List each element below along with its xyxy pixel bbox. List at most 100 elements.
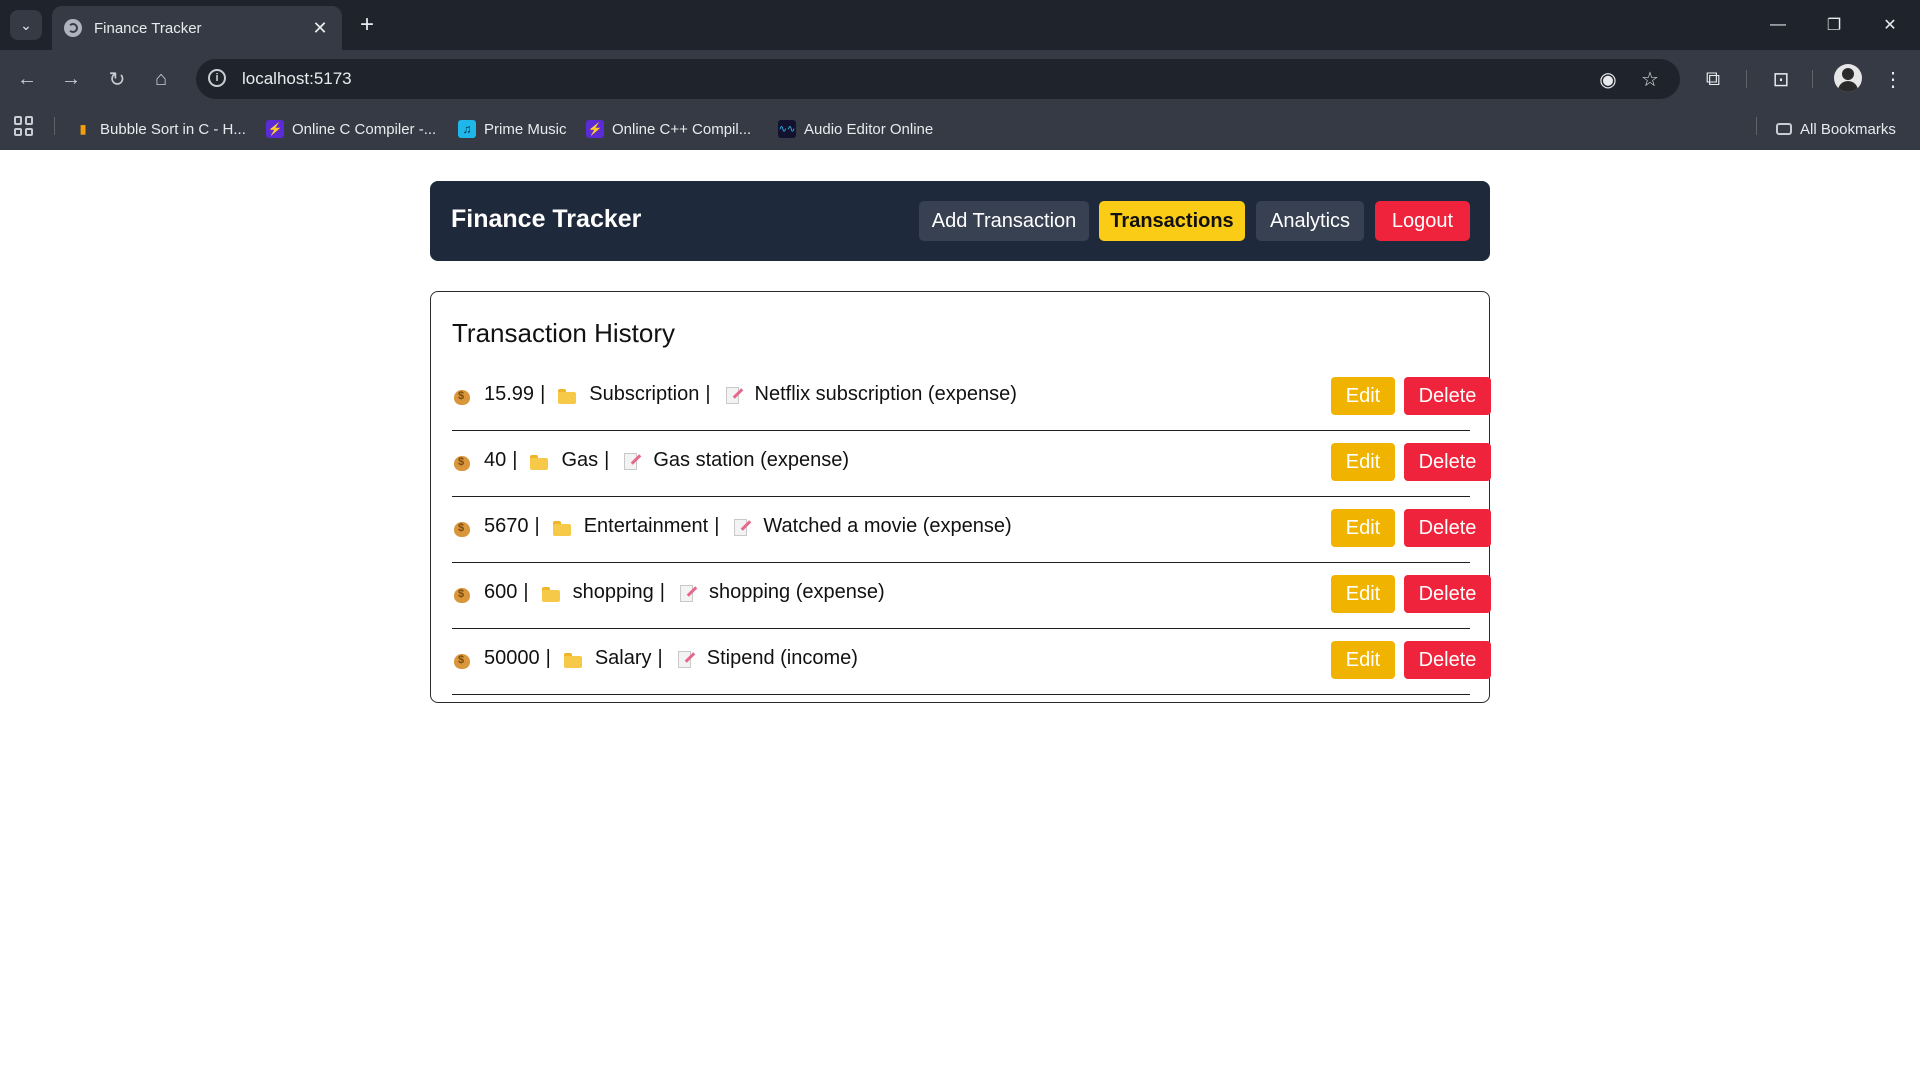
transaction-amount: 40 <box>484 449 507 471</box>
separator: | <box>714 515 720 537</box>
reload-icon[interactable]: ↻ <box>102 64 132 94</box>
nav-add-transaction[interactable]: Add Transaction <box>919 201 1089 241</box>
delete-button[interactable]: Delete <box>1404 509 1491 547</box>
logout-button[interactable]: Logout <box>1375 201 1470 241</box>
new-tab-plus-icon[interactable]: + <box>352 10 382 40</box>
eye-slash-icon[interactable]: ◉ <box>1596 67 1620 91</box>
url-text[interactable]: localhost:5173 <box>242 69 352 89</box>
folder-icon <box>541 583 561 603</box>
separator: | <box>523 581 529 603</box>
separator: | <box>545 647 551 669</box>
transaction-summary: 5670 | Entertainment | Watched a movie (… <box>452 515 1012 538</box>
separator: | <box>512 449 518 471</box>
close-icon[interactable]: ✕ <box>308 16 332 40</box>
browser-tab[interactable]: Finance Tracker ✕ <box>52 6 342 50</box>
nav-analytics[interactable]: Analytics <box>1256 201 1364 241</box>
bookmark-bubble-sort[interactable]: ▮ Bubble Sort in C - H... <box>74 119 246 139</box>
folder-icon <box>552 517 572 537</box>
bookmark-online-cpp-compiler[interactable]: ⚡ Online C++ Compil... <box>586 119 751 139</box>
browser-toolbar: ← → ↻ ⌂ i localhost:5173 ◉ ☆ ⧉ ⊡ ⋮ <box>0 50 1920 108</box>
apps-grid-icon[interactable] <box>14 116 34 136</box>
memo-icon <box>677 583 697 603</box>
globe-icon <box>64 19 82 37</box>
bookmark-label: Online C Compiler -... <box>292 120 437 138</box>
transaction-row: 40 | Gas | Gas station (expense) Edit De… <box>452 431 1491 497</box>
folder-icon <box>529 451 549 471</box>
music-icon: ♫ <box>458 120 476 138</box>
transaction-summary: 600 | shopping | shopping (expense) <box>452 581 885 604</box>
minimize-icon[interactable]: — <box>1750 0 1806 50</box>
bookmark-label: Prime Music <box>484 120 567 138</box>
edit-button[interactable]: Edit <box>1331 509 1395 547</box>
delete-button[interactable]: Delete <box>1404 575 1491 613</box>
star-icon[interactable]: ☆ <box>1638 67 1662 91</box>
transaction-note: Netflix subscription (expense) <box>754 383 1017 405</box>
bar-chart-icon: ▮ <box>79 122 87 136</box>
home-icon[interactable]: ⌂ <box>146 64 176 94</box>
bolt-icon: ⚡ <box>586 120 604 138</box>
separator: | <box>534 515 540 537</box>
transaction-note: Watched a movie (expense) <box>763 515 1012 537</box>
folder-icon <box>557 385 577 405</box>
app-navbar: Finance Tracker Add Transaction Transact… <box>430 181 1490 261</box>
transaction-amount: 15.99 <box>484 383 535 405</box>
bookmark-label: Bubble Sort in C - H... <box>100 120 246 138</box>
transaction-summary: 15.99 | Subscription | Netflix subscript… <box>452 383 1017 406</box>
bookmarks-divider <box>1756 117 1757 135</box>
toolbar-divider <box>1746 70 1747 88</box>
kebab-menu-icon[interactable]: ⋮ <box>1878 64 1908 94</box>
screenshot-icon[interactable]: ⊡ <box>1766 64 1796 94</box>
edit-button[interactable]: Edit <box>1331 443 1395 481</box>
memo-icon <box>731 517 751 537</box>
bookmark-audio-editor[interactable]: ∿∿ Audio Editor Online <box>778 119 933 139</box>
transaction-amount: 50000 <box>484 647 540 669</box>
all-bookmarks[interactable]: All Bookmarks <box>1776 119 1896 139</box>
back-arrow-icon[interactable]: ← <box>12 64 42 94</box>
transaction-amount: 5670 <box>484 515 529 537</box>
transaction-row: 600 | shopping | shopping (expense) Edit… <box>452 563 1491 629</box>
transaction-category: Entertainment <box>583 515 709 537</box>
money-bag-icon <box>452 385 472 405</box>
bookmark-prime-music[interactable]: ♫ Prime Music <box>458 119 567 139</box>
tab-search-chevron-icon[interactable]: ⌄ <box>10 10 42 40</box>
transaction-row: 50000 | Salary | Stipend (income) Edit D… <box>452 629 1491 695</box>
window-close-icon[interactable]: ✕ <box>1862 0 1918 50</box>
money-bag-icon <box>452 649 472 669</box>
browser-tabstrip: ⌄ Finance Tracker ✕ + — ❐ ✕ <box>0 0 1920 50</box>
bookmark-online-c-compiler[interactable]: ⚡ Online C Compiler -... <box>266 119 436 139</box>
transaction-category: shopping <box>572 581 654 603</box>
separator: | <box>540 383 546 405</box>
forward-arrow-icon[interactable]: → <box>56 64 86 94</box>
transaction-row: 15.99 | Subscription | Netflix subscript… <box>452 365 1491 431</box>
delete-button[interactable]: Delete <box>1404 377 1491 415</box>
restore-icon[interactable]: ❐ <box>1806 0 1862 50</box>
extensions-puzzle-icon[interactable]: ⧉ <box>1698 64 1728 94</box>
folder-icon <box>563 649 583 669</box>
edit-button[interactable]: Edit <box>1331 575 1395 613</box>
transaction-row: 5670 | Entertainment | Watched a movie (… <box>452 497 1491 563</box>
transaction-category: Subscription <box>589 383 700 405</box>
memo-icon <box>723 385 743 405</box>
bolt-icon: ⚡ <box>266 120 284 138</box>
transaction-summary: 40 | Gas | Gas station (expense) <box>452 449 849 472</box>
tab-title: Finance Tracker <box>94 19 202 37</box>
transaction-history-card: Transaction History 15.99 | Subscription… <box>430 291 1491 703</box>
edit-button[interactable]: Edit <box>1331 377 1395 415</box>
page-title: Transaction History <box>452 318 675 348</box>
money-bag-icon <box>452 583 472 603</box>
delete-button[interactable]: Delete <box>1404 443 1491 481</box>
site-info-icon[interactable]: i <box>208 69 226 87</box>
separator: | <box>659 581 665 603</box>
toolbar-divider <box>1812 70 1813 88</box>
nav-transactions[interactable]: Transactions <box>1099 201 1245 241</box>
delete-button[interactable]: Delete <box>1404 641 1491 679</box>
separator: | <box>705 383 711 405</box>
bookmarks-divider <box>54 117 55 135</box>
address-bar[interactable]: i localhost:5173 ◉ ☆ <box>196 59 1680 99</box>
money-bag-icon <box>452 517 472 537</box>
memo-icon <box>621 451 641 471</box>
edit-button[interactable]: Edit <box>1331 641 1395 679</box>
money-bag-icon <box>452 451 472 471</box>
profile-avatar[interactable] <box>1834 64 1862 92</box>
memo-icon <box>675 649 695 669</box>
